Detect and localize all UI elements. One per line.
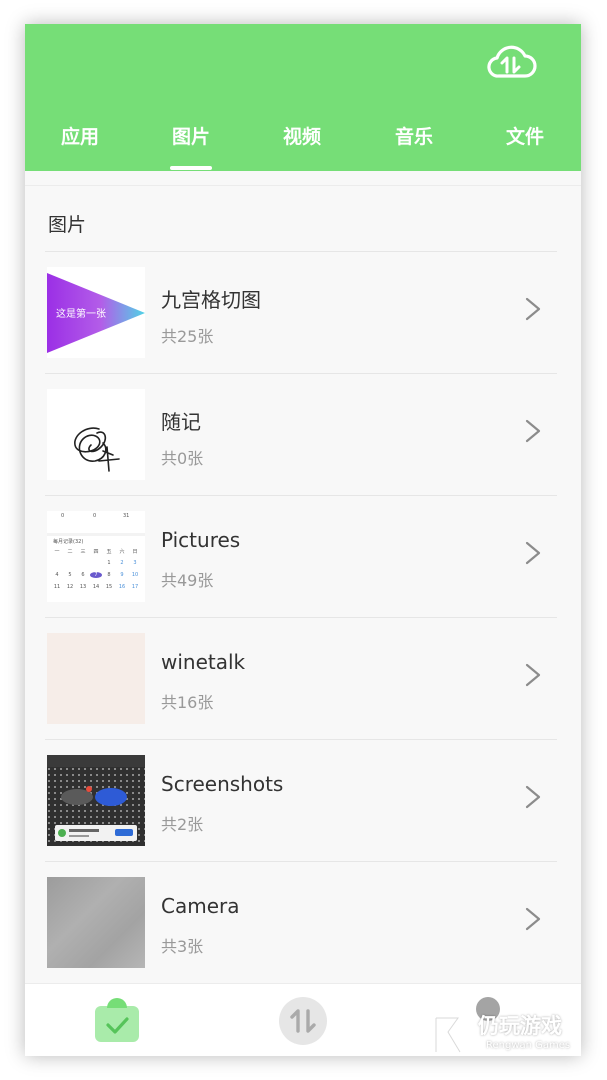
album-name: Camera [161, 894, 240, 918]
tab-pictures[interactable]: 图片 [146, 122, 236, 152]
chevron-right-icon [525, 907, 541, 931]
active-tab-indicator [170, 166, 212, 170]
stat-value: 0 [93, 513, 97, 519]
calendar-day: 1 [107, 560, 111, 566]
album-row-screenshots[interactable]: Screenshots 共2张 [45, 739, 557, 861]
chevron-right-icon [525, 663, 541, 687]
album-count: 共25张 [161, 327, 214, 346]
album-count: 共16张 [161, 693, 214, 712]
album-thumbnail: 这是第一张 [47, 267, 145, 358]
album-name: 九宫格切图 [161, 288, 261, 312]
album-thumbnail [47, 633, 145, 724]
calendar-weekday: 五 [106, 549, 112, 555]
calendar-weekday: 三 [80, 549, 86, 555]
calendar-card: 每月记录(32) 一二三四五六日 1 2 3 4 5 6 7 8 9 10 11 12 13 14 15 16 1… [47, 536, 145, 602]
chevron-right-icon [525, 785, 541, 809]
calendar-weekday: 六 [119, 549, 125, 555]
clipboard-check-icon[interactable] [93, 996, 141, 1044]
tab-videos[interactable]: 视频 [257, 122, 347, 152]
calendar-day: 4 [55, 572, 59, 578]
album-count: 共49张 [161, 571, 214, 590]
section-title: 图片 [48, 214, 87, 236]
chevron-right-icon [525, 541, 541, 565]
calendar-day: 2 [120, 560, 124, 566]
calendar-day: 12 [66, 584, 74, 590]
watermark-subtitle: Rengwan Games [486, 1040, 571, 1051]
calendar-day: 17 [131, 584, 139, 590]
stat-value: 0 [61, 513, 65, 519]
watermark-logo-icon [433, 1015, 463, 1054]
stat-value: 31 [123, 513, 130, 519]
album-count: 共3张 [161, 937, 204, 956]
cloud-transfer-icon[interactable] [485, 40, 537, 82]
calendar-day: 9 [120, 572, 124, 578]
calendar-day: 15 [105, 584, 113, 590]
calendar-weekday: 二 [67, 549, 73, 555]
app-screen: 应用 图片 视频 音乐 文件 图片 这是第一张 九宫格切图 共25张 随记 共0… [25, 24, 581, 1056]
album-row-suiji[interactable]: 随记 共0张 [45, 373, 557, 495]
calendar-day: 8 [107, 572, 111, 578]
calendar-day: 16 [118, 584, 126, 590]
calendar-day: 5 [68, 572, 72, 578]
tab-music[interactable]: 音乐 [369, 122, 459, 152]
watermark: 仍玩游戏 Rengwan Games [428, 1010, 588, 1060]
album-count: 共0张 [161, 449, 204, 468]
calendar-day: 13 [79, 584, 87, 590]
album-thumbnail: 0 0 31 每月记录(32) 一二三四五六日 1 2 3 4 5 6 7 8 9 10 11 12 13… [47, 511, 145, 602]
header-divider [25, 185, 581, 186]
album-row-pictures[interactable]: 0 0 31 每月记录(32) 一二三四五六日 1 2 3 4 5 6 7 8 9 10 11 12 13… [45, 495, 557, 617]
header: 应用 图片 视频 音乐 文件 [25, 24, 581, 171]
calendar-day: 6 [81, 572, 85, 578]
calendar-weekday: 日 [132, 549, 138, 555]
calendar-weekday: 一 [54, 549, 60, 555]
tab-apps[interactable]: 应用 [35, 122, 125, 152]
album-name: Pictures [161, 528, 241, 552]
album-row-jiugongge[interactable]: 这是第一张 九宫格切图 共25张 [45, 251, 557, 373]
chevron-right-icon [525, 419, 541, 443]
calendar-weekday: 四 [93, 549, 99, 555]
album-name: Screenshots [161, 772, 284, 796]
chevron-right-icon [525, 297, 541, 321]
calendar-day: 7 [90, 572, 102, 578]
watermark-title: 仍玩游戏 [478, 1014, 562, 1038]
calendar-stats: 0 0 31 [47, 511, 145, 533]
album-count: 共2张 [161, 815, 204, 834]
album-name: 随记 [161, 410, 201, 434]
thumb-caption: 这是第一张 [56, 309, 106, 320]
calendar-header: 每月记录(32) [53, 539, 84, 545]
tab-files[interactable]: 文件 [480, 122, 570, 152]
album-thumbnail [47, 755, 145, 846]
dark-screenshot-image [47, 755, 145, 846]
calendar-day: 10 [131, 572, 139, 578]
calendar-day: 14 [92, 584, 100, 590]
album-row-winetalk[interactable]: winetalk 共16张 [45, 617, 557, 739]
album-row-camera[interactable]: Camera 共3张 [45, 861, 557, 983]
transfer-icon[interactable] [278, 996, 328, 1046]
album-thumbnail [47, 877, 145, 968]
album-thumbnail [47, 389, 145, 480]
calendar-day: 3 [133, 560, 137, 566]
calendar-day: 11 [53, 584, 61, 590]
album-name: winetalk [161, 650, 246, 674]
handwriting-sketch-image [74, 427, 120, 472]
